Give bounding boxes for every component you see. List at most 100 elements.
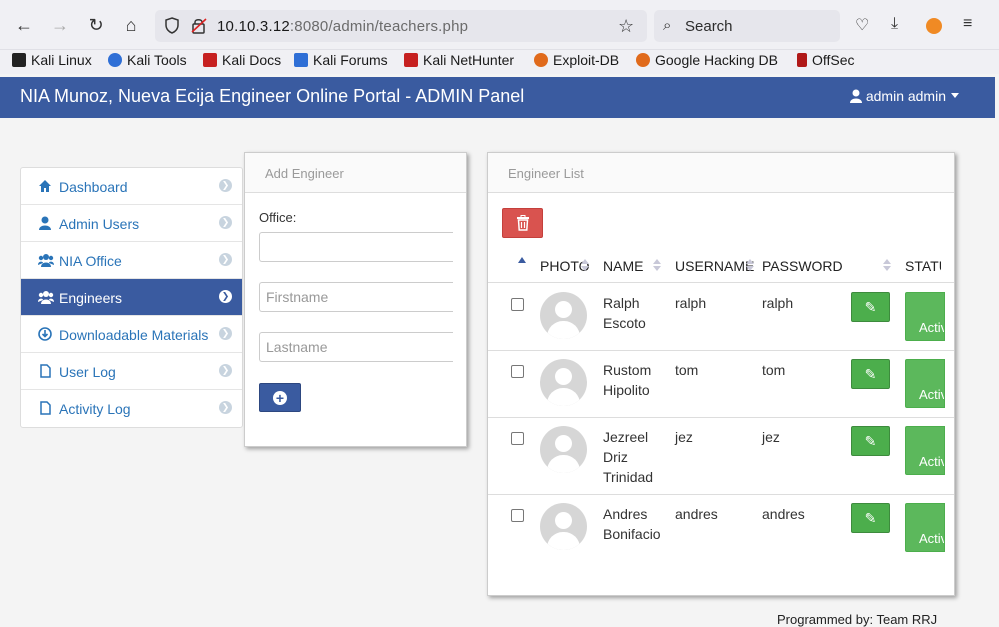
download-icon[interactable]: ⤓ xyxy=(891,15,898,33)
download-icon xyxy=(38,327,52,341)
bookmark-google-hacking-db[interactable]: Google Hacking DB xyxy=(636,52,778,68)
bookmark-kali-nethunter[interactable]: Kali NetHunter xyxy=(404,52,514,68)
table-row: AndresBonifacio andres andres ✎ Active xyxy=(488,495,954,562)
password-cell: andres xyxy=(762,506,805,522)
sidebar-item-activity-log[interactable]: Activity Log ❯ xyxy=(21,390,242,427)
engineer-list-panel: Engineer List PHOTO NAME USERNAME PASSWO… xyxy=(487,152,955,596)
pencil-icon: ✎ xyxy=(864,433,877,449)
sidebar-item-downloadable-materials[interactable]: Downloadable Materials ❯ xyxy=(21,316,242,353)
group-icon xyxy=(38,254,54,267)
sidebar-item-nia-office[interactable]: NIA Office ❯ xyxy=(21,242,242,279)
edit-button[interactable]: ✎ xyxy=(851,503,890,533)
edit-button[interactable]: ✎ xyxy=(851,292,890,322)
menu-icon[interactable]: ≡ xyxy=(963,15,972,33)
bookmark-star-icon[interactable]: ☆ xyxy=(618,16,634,37)
bookmark-offsec[interactable]: OffSec xyxy=(797,52,855,68)
row-checkbox[interactable] xyxy=(511,298,524,311)
edit-button[interactable]: ✎ xyxy=(851,426,890,456)
panel-title: Add Engineer xyxy=(265,166,344,181)
sidebar-item-user-log[interactable]: User Log ❯ xyxy=(21,353,242,390)
bookmark-exploit-db[interactable]: Exploit-DB xyxy=(534,52,619,68)
table-header: PHOTO NAME USERNAME PASSWORD STATUS xyxy=(488,251,954,283)
status-button[interactable]: Active xyxy=(905,292,945,341)
sidebar: Dashboard ❯ Admin Users ❯ NIA Office ❯ E… xyxy=(20,167,243,428)
delete-button[interactable] xyxy=(502,208,543,238)
exploit-db-icon xyxy=(534,53,548,67)
user-menu[interactable]: admin admin xyxy=(849,88,959,104)
col-status-clip: STATUS xyxy=(905,251,941,283)
ghdb-icon xyxy=(636,53,650,67)
col-username[interactable]: USERNAME xyxy=(675,258,754,274)
url-bar[interactable]: 10.10.3.12:8080/admin/teachers.php ☆ xyxy=(155,10,647,42)
offsec-icon xyxy=(797,53,807,67)
search-placeholder: Search xyxy=(685,18,733,35)
avatar xyxy=(540,426,587,473)
bookmark-kali-linux[interactable]: Kali Linux xyxy=(12,52,92,68)
row-checkbox[interactable] xyxy=(511,509,524,522)
name-cell: Ralph Escoto xyxy=(603,295,646,331)
edit-button[interactable]: ✎ xyxy=(851,359,890,389)
sidebar-item-engineers[interactable]: Engineers ❯ xyxy=(21,279,242,316)
group-icon xyxy=(38,291,54,304)
avatar xyxy=(540,503,587,550)
reload-icon[interactable]: ↻ xyxy=(85,14,107,36)
username-cell: jez xyxy=(675,429,693,445)
name-cell: Rustom Hipolito xyxy=(603,362,652,398)
bookmarks-bar: Kali Linux Kali Tools Kali Docs Kali For… xyxy=(0,50,999,74)
add-engineer-panel: Add Engineer Office: Firstname Lastname … xyxy=(244,152,467,447)
sort-icon xyxy=(746,257,754,273)
row-checkbox[interactable] xyxy=(511,432,524,445)
row-checkbox[interactable] xyxy=(511,365,524,378)
panel-header: Add Engineer xyxy=(245,153,466,193)
sidebar-item-dashboard[interactable]: Dashboard ❯ xyxy=(21,168,242,205)
footer-credit: Programmed by: Team RRJ xyxy=(777,612,938,627)
col-password[interactable]: PASSWORD xyxy=(762,258,843,274)
add-engineer-button[interactable]: + xyxy=(259,383,301,412)
kali-tools-icon xyxy=(108,53,122,67)
nethunter-icon xyxy=(404,53,418,67)
col-name[interactable]: NAME xyxy=(603,258,643,274)
shield-icon xyxy=(165,17,179,34)
browser-toolbar: ← → ↻ ⌂ 10.10.3.12:8080/admin/teachers.p… xyxy=(0,0,999,50)
status-button[interactable]: Active xyxy=(905,359,945,408)
chevron-right-icon: ❯ xyxy=(219,327,232,340)
password-cell: jez xyxy=(762,429,780,445)
chevron-right-icon: ❯ xyxy=(219,290,232,303)
status-button[interactable]: Active xyxy=(905,503,945,552)
back-icon[interactable]: ← xyxy=(13,14,35,36)
avatar xyxy=(540,359,587,406)
plus-circle-icon: + xyxy=(273,391,287,405)
search-icon: ⌕ xyxy=(663,17,672,34)
search-input[interactable]: ⌕ Search xyxy=(654,10,840,42)
user-name: admin admin xyxy=(865,88,946,104)
username-cell: ralph xyxy=(675,295,707,311)
home-icon[interactable]: ⌂ xyxy=(120,14,142,36)
pocket-icon[interactable]: ♡ xyxy=(855,15,869,35)
kali-forums-icon xyxy=(294,53,308,67)
file-icon xyxy=(40,401,51,415)
lastname-field[interactable]: Lastname xyxy=(259,332,453,362)
user-icon xyxy=(849,89,862,103)
office-select[interactable] xyxy=(259,232,453,262)
forward-icon[interactable]: → xyxy=(49,14,71,36)
panel-header: Engineer List xyxy=(488,153,954,193)
pencil-icon: ✎ xyxy=(864,510,877,526)
bookmark-kali-forums[interactable]: Kali Forums xyxy=(294,52,388,68)
status-button[interactable]: Active xyxy=(905,426,945,475)
office-label: Office: xyxy=(259,210,297,225)
chevron-right-icon: ❯ xyxy=(219,401,232,414)
insecure-lock-icon xyxy=(191,18,207,34)
home-icon xyxy=(39,180,51,192)
sidebar-item-admin-users[interactable]: Admin Users ❯ xyxy=(21,205,242,242)
table-row: JezreelDrizTrinidad jez jez ✎ Active xyxy=(488,418,954,495)
caret-down-icon xyxy=(951,93,959,98)
sort-asc-icon[interactable] xyxy=(518,257,526,263)
extension-icon[interactable] xyxy=(926,18,942,34)
chevron-right-icon: ❯ xyxy=(219,216,232,229)
password-cell: tom xyxy=(762,362,786,378)
bookmark-kali-docs[interactable]: Kali Docs xyxy=(203,52,281,68)
col-status[interactable]: STATUS xyxy=(905,258,941,274)
firstname-field[interactable]: Firstname xyxy=(259,282,453,312)
bookmark-kali-tools[interactable]: Kali Tools xyxy=(108,52,187,68)
pencil-icon: ✎ xyxy=(864,366,877,382)
